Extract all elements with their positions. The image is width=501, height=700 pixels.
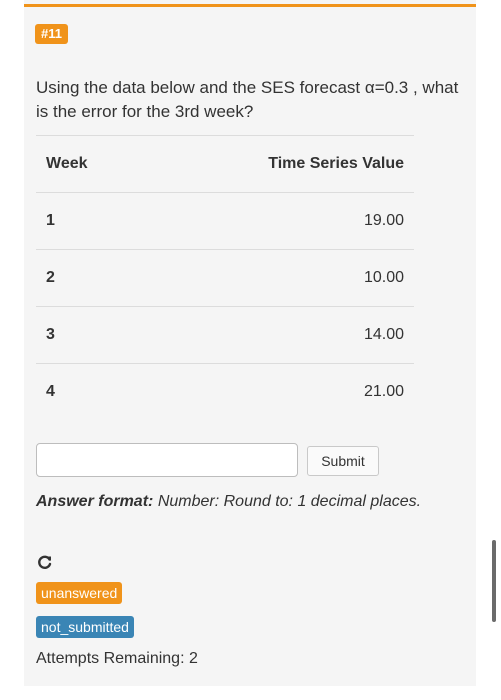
value-cell: 21.00: [143, 363, 414, 420]
table-row: 2 10.00: [36, 249, 414, 307]
table-row: 4 21.00: [36, 363, 414, 420]
data-table: Week Time Series Value 1 19.00 2 10.00 3…: [36, 135, 414, 420]
answer-input[interactable]: [36, 443, 298, 477]
week-cell: 1: [36, 192, 143, 250]
table-row: 1 19.00: [36, 192, 414, 250]
answer-format-text: Number: Round to: 1 decimal places.: [157, 493, 422, 510]
question-number-badge: #11: [35, 24, 68, 44]
week-cell: 2: [36, 249, 143, 307]
week-cell: 4: [36, 363, 143, 420]
attempts-remaining: Attempts Remaining: 2: [36, 650, 198, 667]
submitted-status-badge: not_submitted: [36, 616, 134, 638]
column-header-value: Time Series Value: [143, 135, 414, 193]
value-cell: 10.00: [143, 249, 414, 307]
answered-status-badge: unanswered: [36, 582, 123, 604]
table-header-row: Week Time Series Value: [36, 135, 414, 193]
table-row: 3 14.00: [36, 306, 414, 364]
reset-icon[interactable]: [37, 554, 53, 570]
answer-format-label: Answer format:: [36, 493, 154, 510]
scrollbar[interactable]: [492, 540, 496, 622]
answer-format: Answer format: Number: Round to: 1 decim…: [36, 493, 421, 511]
question-prompt: Using the data below and the SES forecas…: [36, 78, 459, 121]
value-cell: 14.00: [143, 306, 414, 364]
submit-button[interactable]: Submit: [307, 446, 379, 476]
column-header-week: Week: [36, 135, 143, 193]
value-cell: 19.00: [143, 192, 414, 250]
week-cell: 3: [36, 306, 143, 364]
top-rule: [24, 4, 476, 7]
